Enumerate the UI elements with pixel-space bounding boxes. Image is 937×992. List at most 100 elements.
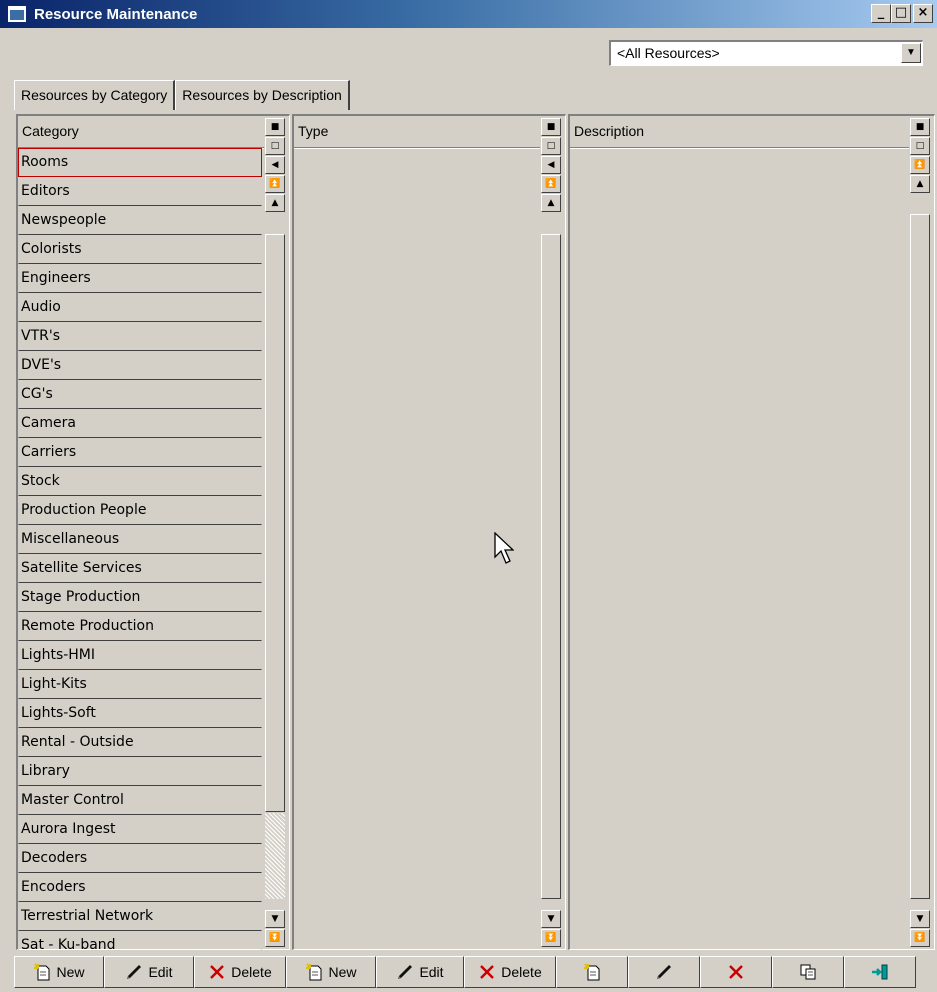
resource-filter-dropdown[interactable]: <All Resources> ▼ bbox=[609, 40, 923, 66]
scroll-left-icon[interactable]: ◀ bbox=[541, 156, 561, 174]
bottom-toolbar: New Edit Delete New Edit Delete bbox=[14, 956, 916, 988]
mouse-pointer-icon bbox=[494, 532, 514, 564]
list-item[interactable]: Audio bbox=[18, 293, 262, 322]
list-item[interactable]: Stage Production bbox=[18, 583, 262, 612]
list-item[interactable]: Carriers bbox=[18, 438, 262, 467]
select-all-icon[interactable]: ■ bbox=[910, 118, 930, 136]
deselect-icon[interactable]: □ bbox=[541, 137, 561, 155]
scroll-up-icon[interactable]: ▲ bbox=[910, 175, 930, 193]
category-panel: Category Rooms Editors Newspeople Colorists… bbox=[16, 114, 290, 960]
list-item[interactable]: Miscellaneous bbox=[18, 525, 262, 554]
list-item[interactable]: VTR's bbox=[18, 322, 262, 351]
type-delete-button[interactable]: Delete bbox=[464, 956, 556, 988]
pencil-icon bbox=[396, 963, 414, 981]
scroll-thumb[interactable] bbox=[265, 234, 285, 812]
type-delete-label: Delete bbox=[501, 964, 542, 980]
delete-x-icon bbox=[727, 963, 745, 981]
scroll-top-icon[interactable]: ⏫ bbox=[910, 156, 930, 174]
scroll-down-icon[interactable]: ▼ bbox=[265, 910, 285, 928]
deselect-icon[interactable]: □ bbox=[910, 137, 930, 155]
scroll-top-icon[interactable]: ⏫ bbox=[541, 175, 561, 193]
scroll-thumb[interactable] bbox=[910, 214, 930, 899]
new-document-icon bbox=[33, 963, 51, 981]
type-scrollbar[interactable]: ■ □ ◀ ⏫ ▲ ▼ ⏬ bbox=[540, 116, 562, 949]
scroll-bottom-icon[interactable]: ⏬ bbox=[265, 929, 285, 947]
type-edit-label: Edit bbox=[419, 964, 444, 980]
select-all-icon[interactable]: ■ bbox=[265, 118, 285, 136]
new-document-icon bbox=[305, 963, 323, 981]
tab-resources-by-category[interactable]: Resources by Category bbox=[14, 80, 176, 110]
scroll-up-icon[interactable]: ▲ bbox=[541, 194, 561, 212]
chevron-down-icon[interactable]: ▼ bbox=[901, 43, 921, 63]
list-item[interactable]: Camera bbox=[18, 409, 262, 438]
close-button[interactable]: × bbox=[913, 4, 933, 23]
scroll-thumb[interactable] bbox=[541, 234, 561, 899]
pencil-icon bbox=[655, 963, 673, 981]
type-panel: Type ■ □ ◀ ⏫ ▲ ▼ ⏬ bbox=[292, 114, 566, 950]
scroll-bottom-icon[interactable]: ⏬ bbox=[541, 929, 561, 947]
exit-door-icon bbox=[871, 963, 889, 981]
list-item[interactable]: Library bbox=[18, 757, 262, 786]
description-copy-button[interactable] bbox=[772, 956, 844, 988]
category-delete-button[interactable]: Delete bbox=[194, 956, 286, 988]
scroll-up-icon[interactable]: ▲ bbox=[265, 194, 285, 212]
category-column-header[interactable]: Category bbox=[18, 116, 264, 149]
deselect-icon[interactable]: □ bbox=[265, 137, 285, 155]
description-panel: Description ■ □ ⏫ ▲ ▼ ⏬ bbox=[568, 114, 935, 950]
tab-resources-by-description[interactable]: Resources by Description bbox=[175, 80, 350, 110]
type-new-button[interactable]: New bbox=[286, 956, 376, 988]
list-item[interactable]: Decoders bbox=[18, 844, 262, 873]
category-list: Rooms Editors Newspeople Colorists Engineers… bbox=[18, 148, 262, 960]
category-edit-button[interactable]: Edit bbox=[104, 956, 194, 988]
scroll-top-icon[interactable]: ⏫ bbox=[265, 175, 285, 193]
type-column-header[interactable]: Type bbox=[294, 116, 540, 149]
list-item[interactable]: Encoders bbox=[18, 873, 262, 902]
list-item[interactable]: CG's bbox=[18, 380, 262, 409]
type-edit-button[interactable]: Edit bbox=[376, 956, 464, 988]
scroll-down-icon[interactable]: ▼ bbox=[910, 910, 930, 928]
list-item[interactable]: Satellite Services bbox=[18, 554, 262, 583]
type-new-label: New bbox=[328, 964, 357, 980]
list-item[interactable]: Rental - Outside bbox=[18, 728, 262, 757]
new-document-icon bbox=[583, 963, 601, 981]
scroll-bottom-icon[interactable]: ⏬ bbox=[910, 929, 930, 947]
scroll-down-icon[interactable]: ▼ bbox=[541, 910, 561, 928]
list-item[interactable]: Stock bbox=[18, 467, 262, 496]
list-item[interactable]: Editors bbox=[18, 177, 262, 206]
window-title: Resource Maintenance bbox=[34, 5, 198, 23]
description-edit-button[interactable] bbox=[628, 956, 700, 988]
list-item[interactable]: Aurora Ingest bbox=[18, 815, 262, 844]
delete-x-icon bbox=[208, 963, 226, 981]
tab-strip: Resources by Category Resources by Descr… bbox=[14, 80, 350, 110]
category-new-button[interactable]: New bbox=[14, 956, 104, 988]
list-item[interactable]: Newspeople bbox=[18, 206, 262, 235]
list-item[interactable]: Lights-Soft bbox=[18, 699, 262, 728]
category-scrollbar[interactable]: ■ □ ◀ ⏫ ▲ ▼ ⏬ bbox=[264, 116, 286, 949]
list-item[interactable]: Lights-HMI bbox=[18, 641, 262, 670]
scroll-track[interactable] bbox=[265, 813, 285, 899]
resource-filter-value: <All Resources> bbox=[617, 45, 720, 61]
description-delete-button[interactable] bbox=[700, 956, 772, 988]
list-item[interactable]: Terrestrial Network bbox=[18, 902, 262, 931]
description-new-button[interactable] bbox=[556, 956, 628, 988]
pencil-icon bbox=[125, 963, 143, 981]
exit-button[interactable] bbox=[844, 956, 916, 988]
select-all-icon[interactable]: ■ bbox=[541, 118, 561, 136]
list-item[interactable]: Rooms bbox=[18, 148, 262, 177]
list-item[interactable]: DVE's bbox=[18, 351, 262, 380]
delete-x-icon bbox=[478, 963, 496, 981]
scroll-left-icon[interactable]: ◀ bbox=[265, 156, 285, 174]
list-item[interactable]: Remote Production bbox=[18, 612, 262, 641]
app-window-icon bbox=[8, 6, 26, 22]
list-item[interactable]: Production People bbox=[18, 496, 262, 525]
list-item[interactable]: Master Control bbox=[18, 786, 262, 815]
maximize-button[interactable]: □ bbox=[891, 4, 911, 23]
list-item[interactable]: Colorists bbox=[18, 235, 262, 264]
description-scrollbar[interactable]: ■ □ ⏫ ▲ ▼ ⏬ bbox=[909, 116, 931, 949]
description-column-header[interactable]: Description bbox=[570, 116, 909, 149]
minimize-button[interactable]: _ bbox=[871, 4, 891, 23]
list-item[interactable]: Light-Kits bbox=[18, 670, 262, 699]
category-delete-label: Delete bbox=[231, 964, 272, 980]
list-item[interactable]: Engineers bbox=[18, 264, 262, 293]
title-bar[interactable]: Resource Maintenance _ □ × bbox=[0, 0, 937, 28]
